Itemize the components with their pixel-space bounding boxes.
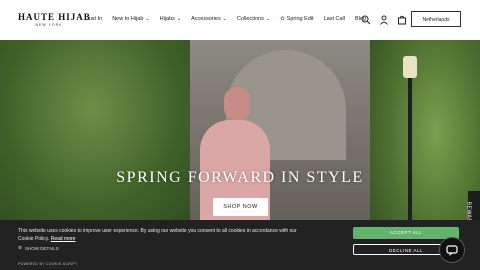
- nav-item-accessories[interactable]: Accessories ⌄: [191, 16, 227, 22]
- cart-icon[interactable]: [397, 12, 407, 25]
- lamp-post-light: [403, 56, 417, 78]
- nav-item-hijabs[interactable]: Hijabs ⌄: [160, 16, 182, 22]
- nav-item-spring-edit[interactable]: ✿ Spring Edit: [280, 16, 314, 22]
- main-nav: Just In New to Hijab ⌄ Hijabs ⌄ Accessorie…: [86, 16, 366, 22]
- shop-now-button[interactable]: SHOP NOW: [213, 198, 268, 216]
- show-details-toggle[interactable]: ⚙ SHOW DETAILS: [18, 245, 59, 251]
- region-selector[interactable]: Netherlands: [411, 11, 461, 27]
- chevron-down-icon: ⌄: [176, 16, 182, 22]
- cookie-banner: This website uses cookies to improve use…: [0, 220, 480, 270]
- header-icons: [361, 12, 407, 25]
- brand-name: HAUTE HIJAB: [18, 12, 91, 22]
- chat-button[interactable]: [439, 237, 465, 263]
- site-header: HAUTE HIJAB NEW YORK Just In New to Hija…: [0, 0, 480, 40]
- nav-label: New to Hijab: [112, 16, 144, 22]
- search-icon[interactable]: [361, 12, 371, 25]
- account-icon[interactable]: [379, 12, 389, 25]
- powered-by[interactable]: POWERED BY COOKIE-SCRIPT: [18, 262, 77, 266]
- nav-item-last-call[interactable]: Last Call: [324, 16, 345, 22]
- settings-icon: ⚙: [18, 245, 23, 250]
- chevron-down-icon: ⌄: [145, 16, 150, 22]
- nav-label: Collections: [236, 16, 264, 22]
- flower-icon: ✿: [280, 16, 285, 22]
- chevron-down-icon: ⌄: [222, 16, 227, 22]
- nav-label: Just In: [86, 16, 103, 22]
- chevron-down-icon: ⌄: [265, 16, 271, 22]
- chat-icon: [446, 245, 458, 256]
- cookie-text: This website uses cookies to improve use…: [18, 227, 308, 243]
- nav-label: Hijabs: [159, 16, 175, 22]
- nav-item-collections[interactable]: Collections ⌄: [237, 16, 270, 22]
- hero-headline: SPRING FORWARD IN STYLE: [116, 169, 364, 186]
- nav-label: Spring Edit: [286, 16, 314, 22]
- nav-item-new-to-hijab[interactable]: New to Hijab ⌄: [112, 16, 149, 22]
- read-more-link[interactable]: Read more: [51, 236, 76, 242]
- nav-item-just-in[interactable]: Just In: [86, 16, 102, 22]
- model-head: [224, 87, 250, 121]
- nav-label: Accessories: [191, 16, 221, 22]
- show-details-label: SHOW DETAILS: [25, 245, 59, 251]
- brand-tagline: NEW YORK: [35, 23, 63, 27]
- brand-logo[interactable]: HAUTE HIJAB NEW YORK: [18, 12, 91, 27]
- nav-label: Last Call: [323, 16, 345, 22]
